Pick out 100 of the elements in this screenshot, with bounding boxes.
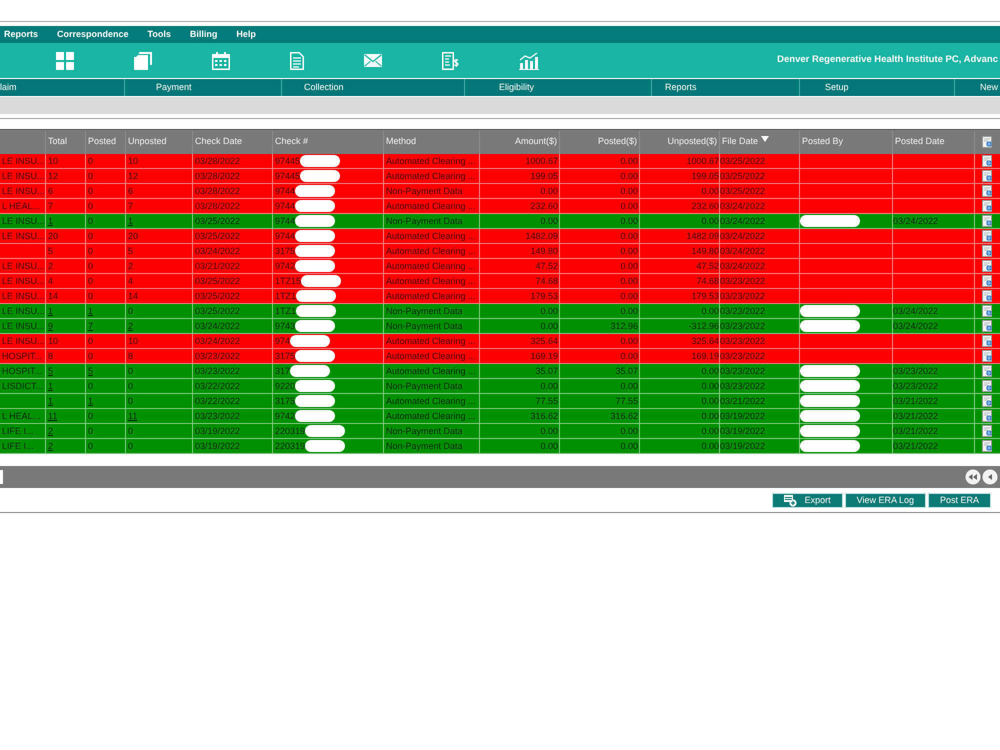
table-cell: 232.60: [480, 199, 560, 213]
table-cell: Non-Payment Data: [384, 439, 480, 453]
table-cell: Non-Payment Data: [384, 379, 480, 393]
table-cell: 03/25/2022: [193, 289, 273, 303]
count-link[interactable]: 9: [48, 321, 54, 331]
count-link[interactable]: 2: [48, 426, 54, 436]
first-page-button[interactable]: [965, 469, 981, 485]
count-text: 10: [48, 336, 58, 346]
count-text: 4: [128, 276, 134, 286]
count-link[interactable]: 5: [48, 366, 54, 376]
table-cell: 316.62: [560, 409, 640, 423]
document-globe-icon[interactable]: [982, 305, 993, 317]
table-cell: Non-Payment Data: [384, 304, 480, 318]
document-globe-icon[interactable]: [982, 380, 993, 392]
count-text: 5: [128, 246, 134, 256]
nav-tab[interactable]: New: [955, 79, 1000, 96]
table-cell: 0.00: [560, 214, 640, 228]
count-link[interactable]: 7: [88, 321, 94, 331]
document-globe-icon[interactable]: [982, 215, 993, 227]
table-cell: 03/24/2022: [893, 214, 975, 228]
count-link[interactable]: 11: [48, 411, 58, 421]
count-link[interactable]: 1: [48, 306, 54, 316]
document-globe-icon[interactable]: [982, 230, 993, 242]
table-cell: 1000.67: [640, 154, 720, 168]
menu-item[interactable]: Tools: [148, 30, 171, 39]
document-globe-icon[interactable]: [982, 170, 993, 182]
count-text: 0: [88, 231, 94, 241]
document-globe-icon[interactable]: [982, 290, 993, 302]
count-text: 2: [128, 261, 134, 271]
table-cell: 325.64: [480, 334, 560, 348]
table-cell: 0.00: [560, 424, 640, 438]
table-cell: 03/24/2022: [720, 259, 800, 273]
scroll-handle[interactable]: [0, 470, 3, 484]
count-text: 4: [48, 276, 54, 286]
count-text: 12: [128, 171, 138, 181]
document-globe-icon[interactable]: [982, 365, 993, 377]
action-button[interactable]: Export: [772, 493, 843, 508]
grid-icon[interactable]: [56, 52, 74, 70]
count-link[interactable]: 1: [48, 396, 54, 406]
document-globe-icon[interactable]: [982, 395, 993, 407]
table-cell: 03/25/2022: [193, 214, 273, 228]
document-icon[interactable]: [290, 52, 304, 70]
count-text: 14: [48, 291, 58, 301]
table-cell: 03/21/2022: [893, 394, 975, 408]
document-globe-icon[interactable]: [982, 185, 993, 197]
check-number: 9744: [275, 200, 296, 213]
document-globe-icon[interactable]: [982, 155, 993, 167]
table-cell: HOSPIT...: [0, 364, 46, 378]
dollar-document-icon[interactable]: [442, 52, 459, 70]
table-cell: LE INSU...: [0, 169, 46, 183]
document-globe-icon[interactable]: [982, 320, 993, 332]
document-globe-icon[interactable]: [982, 136, 993, 148]
count-text: 0: [88, 426, 94, 436]
document-globe-icon[interactable]: [982, 245, 993, 257]
count-text: 10: [128, 156, 138, 166]
previous-page-button[interactable]: [982, 469, 998, 485]
table-cell: 0.00: [480, 214, 560, 228]
table-cell: 199.05: [480, 169, 560, 183]
check-number: 3175: [275, 395, 296, 408]
menu-item[interactable]: Billing: [190, 30, 218, 39]
document-globe-icon[interactable]: [982, 200, 993, 212]
count-link[interactable]: 5: [88, 366, 94, 376]
files-icon[interactable]: [134, 52, 152, 70]
table-cell: 1482.09: [480, 229, 560, 243]
count-text: 7: [48, 201, 54, 211]
table-cell: 0.00: [560, 349, 640, 363]
menu-item[interactable]: Correspondence: [57, 30, 129, 39]
table-cell: L HEAL...: [0, 199, 46, 213]
count-link[interactable]: 2: [128, 321, 134, 331]
count-link[interactable]: 1: [88, 306, 94, 316]
count-text: 0: [88, 336, 94, 346]
document-globe-icon[interactable]: [982, 335, 993, 347]
calendar-icon[interactable]: [212, 52, 230, 70]
document-globe-icon[interactable]: [982, 440, 993, 452]
document-globe-icon[interactable]: [982, 275, 993, 287]
count-link[interactable]: 1: [88, 396, 94, 406]
table-cell: 03/19/2022: [193, 439, 273, 453]
menu-item[interactable]: Help: [236, 30, 256, 39]
table-cell: LE INSU...: [0, 214, 46, 228]
count-link[interactable]: 1: [48, 216, 54, 226]
count-link[interactable]: 1: [48, 381, 54, 391]
count-link[interactable]: 11: [128, 411, 138, 421]
menu-item[interactable]: Reports: [4, 30, 38, 39]
document-globe-icon[interactable]: [982, 425, 993, 437]
action-button[interactable]: View ERA Log: [844, 493, 926, 508]
document-globe-icon[interactable]: [982, 350, 993, 362]
mail-icon[interactable]: [364, 54, 382, 67]
table-cell: 149.80: [640, 244, 720, 258]
check-number: 9742: [275, 410, 296, 423]
document-globe-icon[interactable]: [982, 260, 993, 272]
bar-chart-icon[interactable]: [519, 52, 539, 70]
action-button[interactable]: Post ERA: [928, 493, 991, 508]
check-number: 220319: [275, 425, 306, 438]
table-cell: Automated Clearing ...: [384, 199, 480, 213]
table-cell: Automated Clearing ...: [384, 229, 480, 243]
count-link[interactable]: 1: [128, 216, 134, 226]
document-globe-icon[interactable]: [982, 410, 993, 422]
table-cell: 03/24/2022: [720, 244, 800, 258]
count-link[interactable]: 2: [48, 441, 54, 451]
table-cell: Non-Payment Data: [384, 214, 480, 228]
